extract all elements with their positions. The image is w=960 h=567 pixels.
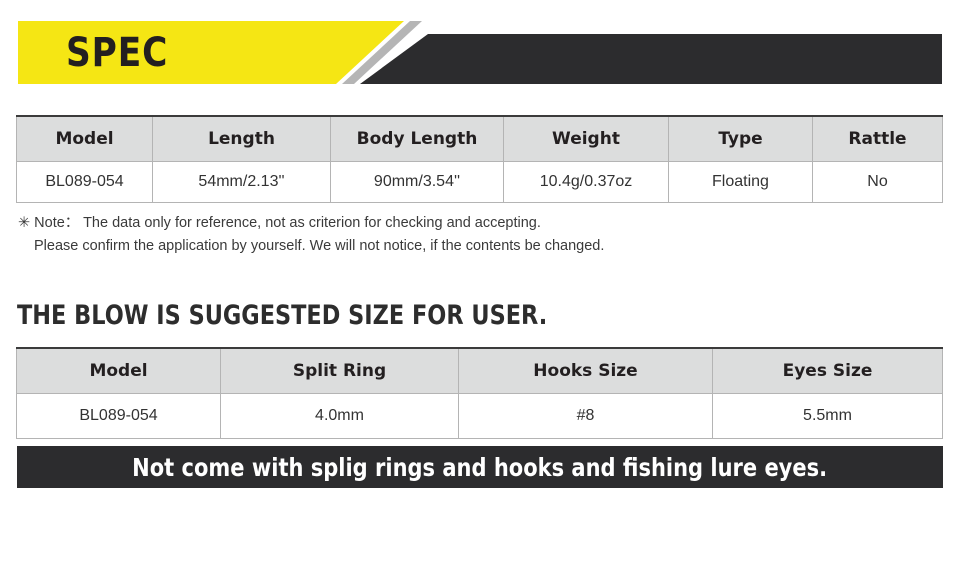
cell-body-length: 90mm/3.54'' [330,161,504,203]
disclaimer-note: ✳ Note： The data only for reference, not… [18,212,942,258]
column-header-body-length: Body Length [330,115,504,162]
column-header-hooks-size: Hooks Size [458,347,713,394]
table-row: BL089-054 4.0mm #8 5.5mm [16,393,943,439]
footer-notice-bar: Not come with splig rings and hooks and … [17,446,943,488]
cell-weight: 10.4g/0.37oz [503,161,669,203]
note-line-2: Please confirm the application by yourse… [34,238,605,254]
page-title: SPEC [66,29,169,76]
cell-model: BL089-054 [16,393,221,439]
cell-split-ring: 4.0mm [220,393,459,439]
column-header-model: Model [16,115,153,162]
column-header-split-ring: Split Ring [220,347,459,394]
column-header-eyes-size: Eyes Size [712,347,943,394]
note-line-1: ✳ Note： The data only for reference, not… [18,215,541,231]
cell-model: BL089-054 [16,161,153,203]
column-header-rattle: Rattle [812,115,943,162]
cell-type: Floating [668,161,813,203]
table-row: BL089-054 54mm/2.13'' 90mm/3.54'' 10.4g/… [16,161,943,203]
column-header-model: Model [16,347,221,394]
suggested-size-headline: THE BLOW IS SUGGESTED SIZE FOR USER. [17,300,548,331]
cell-eyes-size: 5.5mm [712,393,943,439]
suggested-size-table: Model Split Ring Hooks Size Eyes Size BL… [16,347,943,439]
spec-banner: SPEC [18,21,942,84]
cell-length: 54mm/2.13'' [152,161,331,203]
cell-rattle: No [812,161,943,203]
column-header-type: Type [668,115,813,162]
cell-hooks-size: #8 [458,393,713,439]
spec-table: Model Length Body Length Weight Type Rat… [16,115,943,203]
footer-notice-text: Not come with splig rings and hooks and … [132,452,828,482]
banner-dark-shape [360,34,942,84]
column-header-length: Length [152,115,331,162]
column-header-weight: Weight [503,115,669,162]
table-header-row: Model Split Ring Hooks Size Eyes Size [16,347,943,394]
table-header-row: Model Length Body Length Weight Type Rat… [16,115,943,162]
